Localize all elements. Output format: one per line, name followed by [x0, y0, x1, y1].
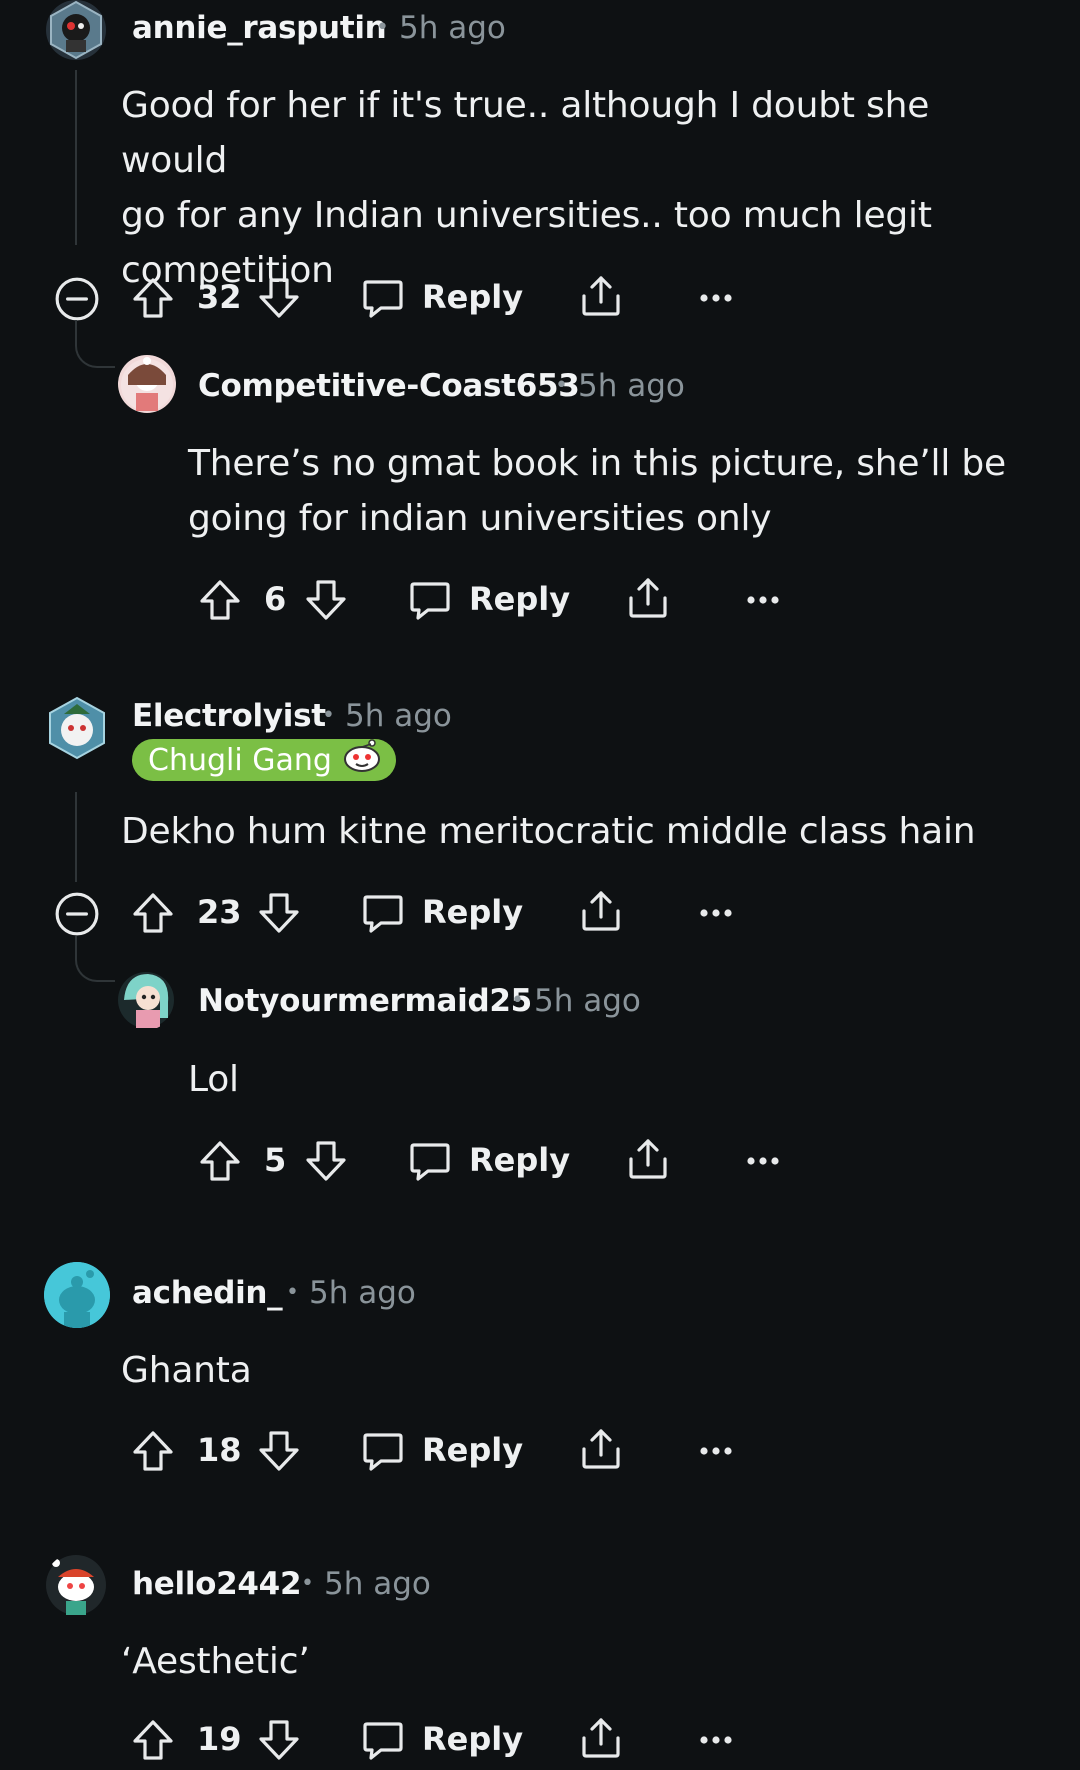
comment-body: There’s no gmat book in this picture, sh… — [188, 443, 1007, 539]
reply-button[interactable]: Reply — [422, 1431, 523, 1469]
timestamp: • 5h ago — [322, 698, 452, 734]
thread-connector — [75, 936, 115, 982]
more-dots-icon[interactable] — [694, 1429, 738, 1473]
arrow-down-icon[interactable] — [257, 891, 301, 935]
speech-bubble-icon[interactable] — [361, 1718, 405, 1762]
more-dots-icon[interactable] — [694, 891, 738, 935]
share-icon[interactable] — [626, 1137, 670, 1181]
comment-actions: 6 Reply — [198, 570, 798, 630]
comment-body: Ghanta — [121, 1350, 252, 1391]
timestamp: • 5h ago — [555, 368, 685, 404]
more-dots-icon[interactable] — [694, 276, 738, 320]
comment-body: Lol — [188, 1059, 239, 1100]
avatar[interactable] — [46, 0, 106, 60]
avatar[interactable] — [118, 355, 176, 413]
username[interactable]: Electrolyist — [132, 698, 326, 734]
reply-button[interactable]: Reply — [422, 278, 523, 316]
reply-button[interactable]: Reply — [422, 893, 523, 931]
share-icon[interactable] — [579, 889, 623, 933]
vote-count: 5 — [264, 1141, 287, 1179]
thread-connector — [75, 320, 115, 368]
speech-bubble-icon[interactable] — [361, 276, 405, 320]
comment-body: ‘Aesthetic’ — [121, 1641, 310, 1682]
snoo-face-icon — [342, 739, 382, 781]
arrow-up-icon[interactable] — [198, 578, 242, 622]
speech-bubble-icon[interactable] — [408, 578, 452, 622]
arrow-up-icon[interactable] — [131, 1718, 175, 1762]
share-icon[interactable] — [579, 274, 623, 318]
arrow-up-icon[interactable] — [198, 1139, 242, 1183]
comment-actions: 5 Reply — [198, 1131, 798, 1191]
vote-count: 19 — [197, 1720, 242, 1758]
comment-actions: 18 Reply — [52, 1421, 752, 1481]
username[interactable]: Competitive-Coast653 — [198, 368, 580, 404]
username[interactable]: Notyourmermaid25 — [198, 983, 532, 1019]
avatar[interactable] — [46, 696, 108, 760]
arrow-up-icon[interactable] — [131, 1429, 175, 1473]
timestamp: • 5h ago — [301, 1566, 431, 1602]
arrow-down-icon[interactable] — [304, 578, 348, 622]
comment-body: Good for her if it's true.. although I d… — [121, 85, 932, 291]
timestamp: • 5h ago — [286, 1275, 416, 1311]
more-dots-icon[interactable] — [741, 1139, 785, 1183]
avatar[interactable] — [44, 1262, 110, 1328]
arrow-up-icon[interactable] — [131, 276, 175, 320]
speech-bubble-icon[interactable] — [408, 1139, 452, 1183]
avatar[interactable] — [116, 970, 176, 1030]
comment-actions: 19 Reply — [52, 1710, 752, 1770]
vote-count: 18 — [197, 1431, 242, 1469]
flair-label: Chugli Gang — [148, 742, 332, 778]
thread-line[interactable] — [75, 792, 77, 882]
arrow-down-icon[interactable] — [257, 1429, 301, 1473]
username[interactable]: achedin_ — [132, 1275, 283, 1311]
speech-bubble-icon[interactable] — [361, 891, 405, 935]
reply-button[interactable]: Reply — [469, 580, 570, 618]
username[interactable]: hello2442 — [132, 1566, 302, 1602]
comment-actions: 23 Reply — [52, 883, 752, 943]
collapse-minus-icon[interactable] — [54, 891, 100, 937]
username[interactable]: annie_rasputin — [132, 10, 387, 46]
reply-button[interactable]: Reply — [422, 1720, 523, 1758]
reply-button[interactable]: Reply — [469, 1141, 570, 1179]
more-dots-icon[interactable] — [741, 578, 785, 622]
share-icon[interactable] — [626, 576, 670, 620]
arrow-down-icon[interactable] — [257, 276, 301, 320]
share-icon[interactable] — [579, 1716, 623, 1760]
collapse-minus-icon[interactable] — [54, 276, 100, 322]
arrow-down-icon[interactable] — [304, 1139, 348, 1183]
comment-actions: 32 Reply — [52, 268, 752, 328]
user-flair: Chugli Gang — [132, 739, 396, 781]
thread-line[interactable] — [75, 70, 77, 245]
speech-bubble-icon[interactable] — [361, 1429, 405, 1473]
arrow-up-icon[interactable] — [131, 891, 175, 935]
avatar[interactable] — [44, 1553, 108, 1617]
vote-count: 32 — [197, 278, 242, 316]
arrow-down-icon[interactable] — [257, 1718, 301, 1762]
timestamp: • 5h ago — [511, 983, 641, 1019]
timestamp: • 5h ago — [376, 10, 506, 46]
more-dots-icon[interactable] — [694, 1718, 738, 1762]
share-icon[interactable] — [579, 1427, 623, 1471]
vote-count: 23 — [197, 893, 242, 931]
comment-body: Dekho hum kitne meritocratic middle clas… — [121, 811, 976, 852]
vote-count: 6 — [264, 580, 287, 618]
